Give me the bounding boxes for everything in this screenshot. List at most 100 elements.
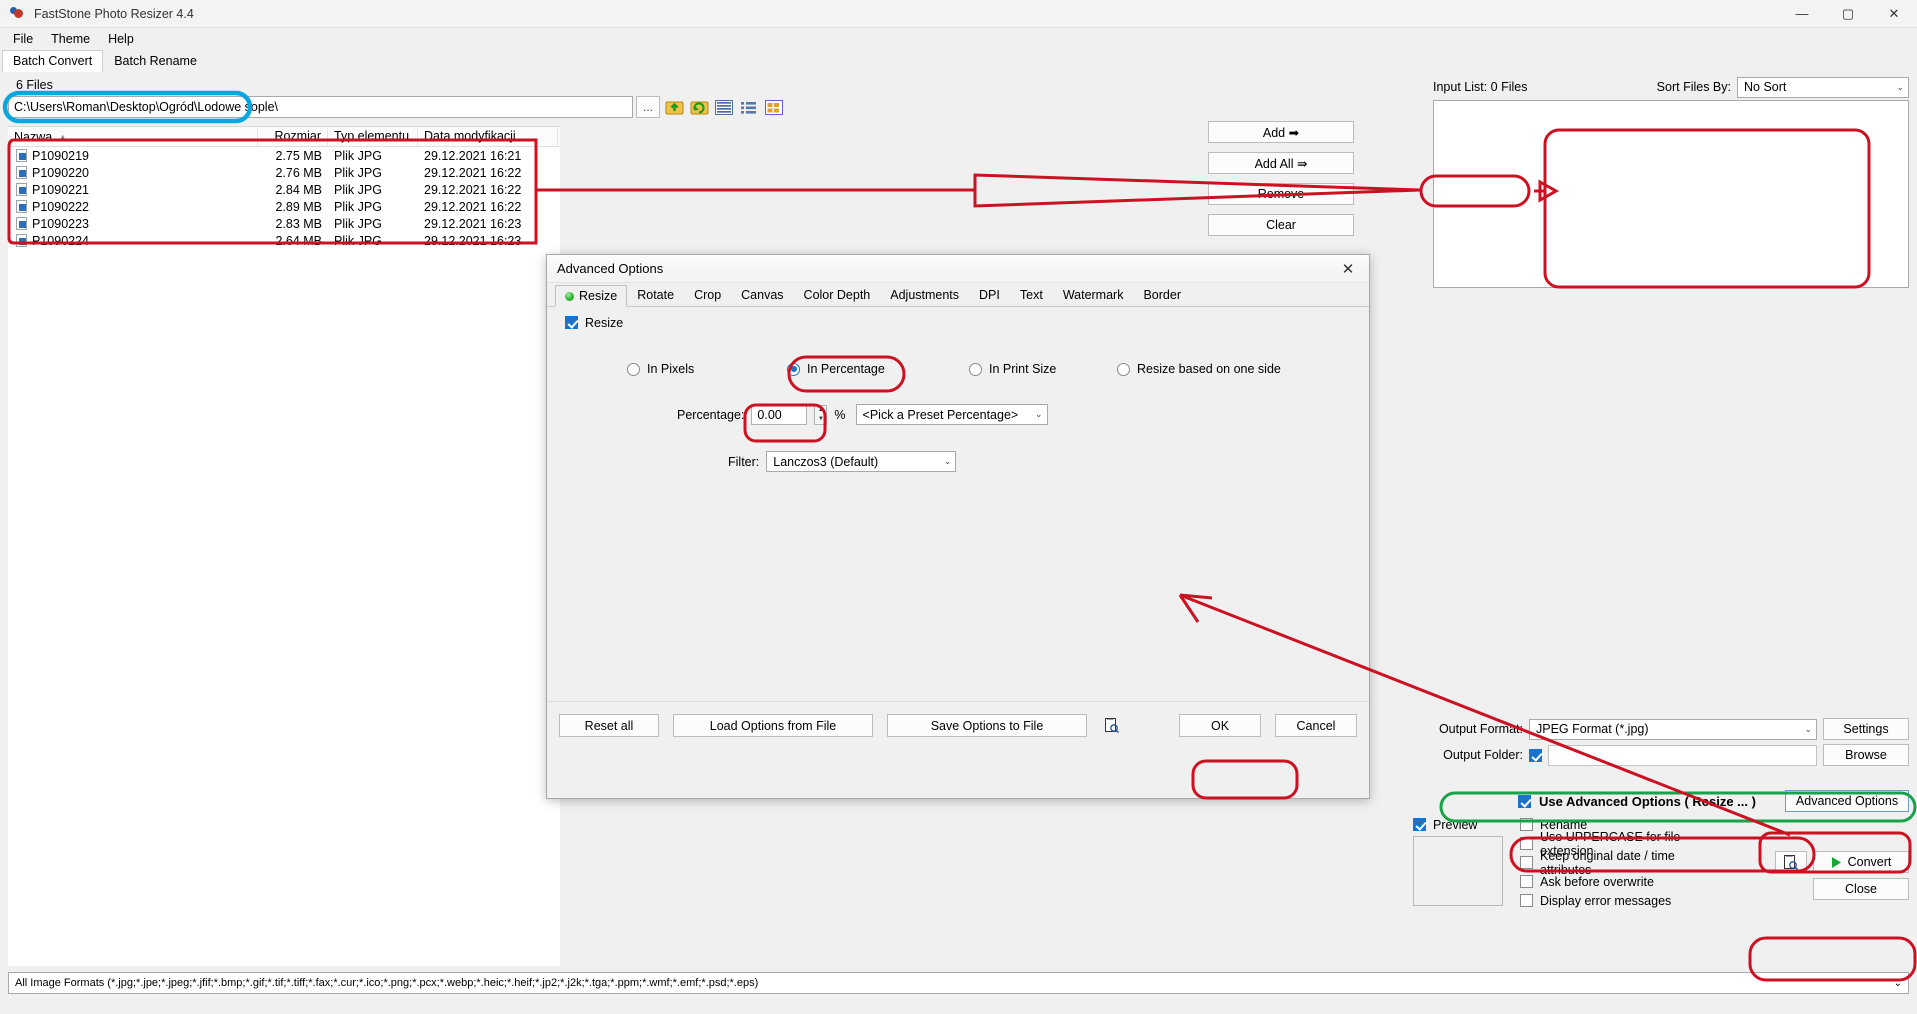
option-row-keep-original-date-time-attributes[interactable]: Keep original date / time attributes [1520, 849, 1709, 877]
radio-in-print-size[interactable]: In Print Size [969, 362, 1117, 376]
menu-item-theme[interactable]: Theme [42, 30, 99, 48]
minimize-button[interactable]: — [1779, 0, 1825, 28]
refresh-folder-icon[interactable] [688, 96, 710, 118]
resize-checkbox-label: Resize [585, 315, 624, 330]
cancel-button[interactable]: Cancel [1275, 714, 1357, 737]
output-folder-checkbox[interactable] [1529, 748, 1542, 762]
radio-in-print-size-control[interactable] [969, 362, 982, 376]
file-list[interactable]: Nazwa ▲ Rozmiar Typ elementu Data modyfi… [8, 126, 560, 966]
browse-dots-button[interactable]: ... [636, 96, 660, 118]
output-format-row: Output Format: JPEG Format (*.jpg) ⌄ Set… [1413, 718, 1909, 740]
input-list-box[interactable]: Add ➡ Add All ⇛ Remove Clear [1208, 100, 1909, 288]
output-format-select[interactable]: JPEG Format (*.jpg) ⌄ [1529, 718, 1817, 740]
advanced-options-section: Use Advanced Options ( Resize ... ) Adva… [1413, 789, 1909, 910]
column-header-name[interactable]: Nazwa ▲ [8, 127, 258, 146]
settings-button[interactable]: Settings [1823, 718, 1909, 740]
table-row[interactable]: P1090219 2.75 MB Plik JPG 29.12.2021 16:21 [8, 147, 560, 164]
radio-in-print-size-label: In Print Size [989, 362, 1057, 376]
dialog-tab-resize[interactable]: Resize [555, 285, 628, 307]
radio-in-pixels[interactable]: In Pixels [627, 362, 787, 376]
dialog-tab-watermark[interactable]: Watermark [1053, 284, 1134, 306]
file-size-cell: 2.76 MB [275, 165, 322, 180]
load-options-button[interactable]: Load Options from File [673, 714, 873, 737]
column-header-date[interactable]: Data modyfikacji [418, 127, 558, 146]
filter-row: Filter: Lanczos3 (Default) ⌄ [547, 451, 1369, 472]
table-row[interactable]: P1090221 2.84 MB Plik JPG 29.12.2021 16:22 [8, 181, 560, 198]
option-checkbox[interactable] [1520, 837, 1533, 850]
clear-button[interactable]: Clear [1208, 214, 1354, 236]
close-button[interactable]: ✕ [1871, 0, 1917, 28]
option-checkbox[interactable] [1520, 818, 1533, 831]
file-name-cell: P1090219 [8, 149, 258, 163]
dialog-close-icon[interactable]: ✕ [1333, 256, 1363, 282]
dialog-tab-border[interactable]: Border [1133, 284, 1191, 306]
sort-ascending-icon: ▲ [58, 131, 68, 142]
tab-batch-rename[interactable]: Batch Rename [103, 50, 208, 72]
table-row[interactable]: P1090220 2.76 MB Plik JPG 29.12.2021 16:22 [8, 164, 560, 181]
dialog-tab-canvas[interactable]: Canvas [731, 284, 793, 306]
file-name-cell: P1090224 [8, 234, 258, 248]
list-view-icon[interactable] [738, 96, 760, 118]
radio-resize-one-side-control[interactable] [1117, 362, 1130, 376]
column-header-size[interactable]: Rozmiar [258, 127, 328, 146]
save-options-button[interactable]: Save Options to File [887, 714, 1087, 737]
ok-button[interactable]: OK [1179, 714, 1261, 737]
file-size-cell: 2.89 MB [275, 199, 322, 214]
reset-all-button[interactable]: Reset all [559, 714, 659, 737]
browse-button[interactable]: Browse [1823, 744, 1909, 766]
add-button[interactable]: Add ➡ [1208, 121, 1354, 143]
close-panel-button[interactable]: Close [1813, 878, 1909, 900]
dialog-tab-rotate[interactable]: Rotate [627, 284, 684, 306]
maximize-button[interactable]: ▢ [1825, 0, 1871, 28]
output-folder-input[interactable] [1548, 744, 1817, 766]
jpg-file-icon [16, 234, 27, 247]
use-advanced-options-label: Use Advanced Options ( Resize ... ) [1539, 793, 1756, 809]
path-input[interactable]: C:\Users\Roman\Desktop\Ogród\Lodowe sopl… [8, 96, 633, 118]
use-advanced-options-checkbox[interactable] [1518, 794, 1531, 808]
option-checkbox[interactable] [1520, 894, 1533, 907]
convert-preview-button[interactable] [1775, 851, 1807, 873]
dialog-tab-text[interactable]: Text [1010, 284, 1053, 306]
radio-resize-one-side[interactable]: Resize based on one side [1117, 362, 1281, 376]
radio-in-percentage-control[interactable] [787, 362, 800, 376]
thumbnail-view-icon[interactable] [763, 96, 785, 118]
radio-in-pixels-label: In Pixels [647, 362, 695, 376]
radio-in-pixels-control[interactable] [627, 362, 640, 376]
option-checkbox[interactable] [1520, 875, 1533, 888]
table-row[interactable]: P1090224 2.64 MB Plik JPG 29.12.2021 16:23 [8, 232, 560, 249]
convert-button[interactable]: Convert [1813, 851, 1909, 873]
menu-item-file[interactable]: File [4, 30, 42, 48]
dialog-tab-crop[interactable]: Crop [684, 284, 731, 306]
sort-files-by-select[interactable]: No Sort ⌄ [1737, 76, 1909, 98]
format-filter-value: All Image Formats (*.jpg;*.jpe;*.jpeg;*.… [15, 977, 759, 989]
table-row[interactable]: P1090222 2.89 MB Plik JPG 29.12.2021 16:22 [8, 198, 560, 215]
filter-select[interactable]: Lanczos3 (Default) ⌄ [766, 451, 957, 472]
menu-item-help[interactable]: Help [99, 30, 143, 48]
file-type-cell: Plik JPG [334, 233, 382, 248]
preset-percentage-select[interactable]: <Pick a Preset Percentage> ⌄ [855, 404, 1048, 425]
dialog-tab-color-depth[interactable]: Color Depth [794, 284, 881, 306]
file-type-cell: Plik JPG [334, 182, 382, 197]
up-folder-icon[interactable] [663, 96, 685, 118]
column-header-type[interactable]: Typ elementu [328, 127, 418, 146]
advanced-options-dialog: Advanced Options ✕ Resize Rotate Crop Canva… [546, 254, 1370, 799]
option-checkbox[interactable] [1520, 856, 1533, 869]
details-view-icon[interactable] [713, 96, 735, 118]
table-row[interactable]: P1090223 2.83 MB Plik JPG 29.12.2021 16:23 [8, 215, 560, 232]
format-filter-select[interactable]: All Image Formats (*.jpg;*.jpe;*.jpeg;*.… [8, 972, 1909, 994]
tab-batch-convert[interactable]: Batch Convert [2, 50, 104, 72]
option-row-display-error-messages[interactable]: Display error messages [1520, 891, 1709, 910]
dialog-tab-dpi[interactable]: DPI [969, 284, 1010, 306]
percentage-input[interactable]: 0.00 [751, 404, 808, 425]
add-all-button[interactable]: Add All ⇛ [1208, 152, 1354, 174]
dialog-preview-button[interactable] [1101, 718, 1123, 733]
remove-button[interactable]: Remove [1208, 183, 1354, 205]
preview-checkbox[interactable] [1413, 818, 1426, 831]
preview-magnifier-icon [1784, 854, 1798, 870]
dialog-tab-adjustments[interactable]: Adjustments [880, 284, 969, 306]
advanced-options-button[interactable]: Advanced Options [1785, 790, 1909, 812]
convert-button-label: Convert [1847, 855, 1892, 869]
radio-in-percentage[interactable]: In Percentage [787, 362, 969, 376]
resize-checkbox[interactable] [565, 316, 578, 329]
percentage-stepper[interactable]: ▲ ▼ [814, 404, 828, 425]
